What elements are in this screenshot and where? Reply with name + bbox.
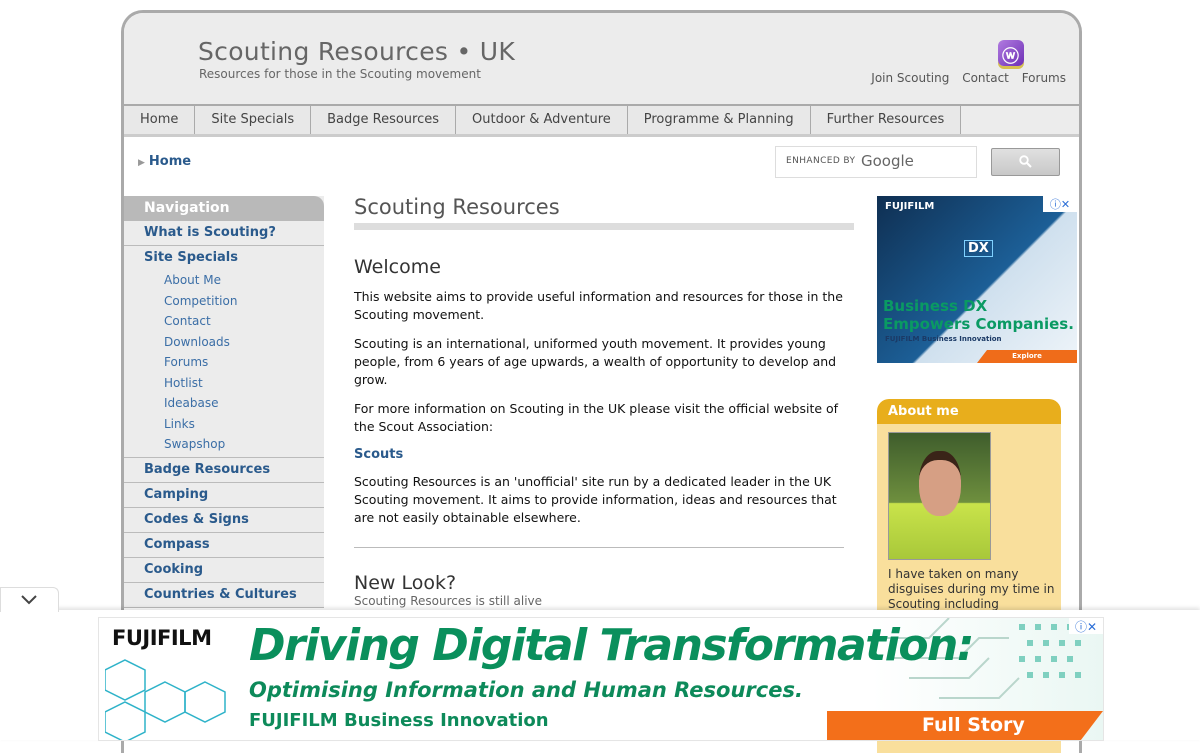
ad-bottom-brand: FUJIFILM: [112, 626, 212, 650]
rss-icon[interactable]: ⓦ: [998, 40, 1024, 67]
ad-right-small-brand: FUJIFILM Business Innovation: [885, 335, 1002, 343]
sidebar-subitem-about-me[interactable]: About Me: [124, 270, 324, 291]
nav-programme-planning[interactable]: Programme & Planning: [627, 106, 811, 134]
section-divider: [354, 547, 844, 548]
about-me-bio: I have taken on many disguises during my…: [888, 567, 1055, 611]
main-content: Scouting Resources Welcome This website …: [354, 195, 854, 608]
ad-bottom-close-icon[interactable]: ⓘ✕: [1069, 618, 1103, 634]
ad-bottom-headline: Driving Digital Transformation:: [249, 620, 974, 671]
sidebar-subitem-downloads[interactable]: Downloads: [124, 332, 324, 353]
sidebar-item-badge-resources[interactable]: Badge Resources: [124, 458, 324, 483]
movement-paragraph: Scouting is an international, uniformed …: [354, 336, 837, 387]
search-enhanced-label: ENHANCED BY: [786, 156, 856, 166]
ad-bottom-company: FUJIFILM Business Innovation: [249, 710, 549, 731]
about-me-heading: About me: [877, 399, 1061, 424]
breadcrumb: ▶ Home: [138, 154, 191, 169]
hexagon-graphic: [105, 659, 226, 740]
sidebar-item-codes-signs[interactable]: Codes & Signs: [124, 508, 324, 533]
sidebar: Navigation What is Scouting? Site Specia…: [124, 196, 324, 608]
ad-bottom-full-story-button[interactable]: Full Story: [827, 711, 1103, 740]
sidebar-subitem-ideabase[interactable]: Ideabase: [124, 393, 324, 414]
sidebar-group-site-specials: Site Specials About Me Competition Conta…: [124, 246, 324, 458]
ad-right-headline: Business DX Empowers Companies.: [883, 297, 1074, 333]
ad-right-dx-label: DX: [964, 240, 993, 257]
nav-further-resources[interactable]: Further Resources: [810, 106, 962, 134]
sidebar-item-site-specials[interactable]: Site Specials: [124, 246, 324, 270]
search-input[interactable]: ENHANCED BY Google: [775, 146, 977, 178]
sidebar-subitem-contact[interactable]: Contact: [124, 311, 324, 332]
site-tagline: Resources for those in the Scouting move…: [199, 67, 481, 81]
breadcrumb-home-link[interactable]: Home: [149, 154, 191, 169]
ad-right-brand: FUJIFILM: [885, 201, 935, 212]
search-button[interactable]: [991, 148, 1060, 176]
ad-right-banner[interactable]: FUJIFILM ⓘ✕ DX Business DX Empowers Comp…: [877, 196, 1077, 363]
sidebar-heading: Navigation: [124, 196, 324, 221]
google-logo: Google: [861, 152, 914, 170]
site-title[interactable]: Scouting Resources • UK: [198, 37, 515, 66]
nav-home[interactable]: Home: [124, 106, 196, 134]
sidebar-item-cooking[interactable]: Cooking: [124, 558, 324, 583]
ad-bottom-subheadline: Optimising Information and Human Resourc…: [249, 678, 803, 702]
sidebar-item-what-is-scouting[interactable]: What is Scouting?: [124, 221, 324, 246]
nav-badge-resources[interactable]: Badge Resources: [311, 106, 457, 134]
sidebar-subitem-links[interactable]: Links: [124, 414, 324, 435]
about-site-paragraph: Scouting Resources is an 'unofficial' si…: [354, 474, 837, 525]
scouts-link[interactable]: Scouts: [354, 447, 854, 462]
nav-site-specials[interactable]: Site Specials: [195, 106, 312, 134]
join-scouting-link[interactable]: Join Scouting: [871, 71, 949, 85]
breadcrumb-arrow-icon: ▶: [138, 158, 145, 168]
sidebar-item-countries-cultures[interactable]: Countries & Cultures: [124, 583, 324, 608]
new-look-subtitle: Scouting Resources is still alive: [354, 594, 543, 608]
page-title: Scouting Resources: [354, 195, 854, 230]
info-paragraph: For more information on Scouting in the …: [354, 401, 839, 434]
nav-outdoor-adventure[interactable]: Outdoor & Adventure: [456, 106, 628, 134]
top-links: Join Scouting Contact Forums: [862, 71, 1066, 85]
ad-right-explore-button[interactable]: Explore: [977, 350, 1077, 363]
new-look-heading: New Look?: [354, 572, 457, 594]
sidebar-subitem-forums[interactable]: Forums: [124, 352, 324, 373]
search-icon: [1019, 155, 1032, 168]
sidebar-item-compass[interactable]: Compass: [124, 533, 324, 558]
ad-close-icon[interactable]: ⓘ✕: [1043, 196, 1077, 212]
intro-paragraph: This website aims to provide useful info…: [354, 289, 843, 322]
ad-collapse-button[interactable]: [0, 587, 59, 612]
contact-link[interactable]: Contact: [962, 71, 1009, 85]
sidebar-item-camping[interactable]: Camping: [124, 483, 324, 508]
chevron-down-icon: [21, 595, 37, 605]
ad-bottom-banner[interactable]: FUJIFILM Driving Digital Transformation:…: [98, 617, 1104, 741]
author-photo: [888, 432, 991, 560]
sidebar-subitem-swapshop[interactable]: Swapshop: [124, 434, 324, 455]
site-header: Scouting Resources • UK Resources for th…: [124, 13, 1079, 106]
sidebar-subitem-hotlist[interactable]: Hotlist: [124, 373, 324, 394]
sidebar-subitem-competition[interactable]: Competition: [124, 291, 324, 312]
main-nav: Home Site Specials Badge Resources Outdo…: [124, 106, 1079, 137]
forums-link[interactable]: Forums: [1022, 71, 1066, 85]
welcome-heading: Welcome: [354, 256, 441, 278]
